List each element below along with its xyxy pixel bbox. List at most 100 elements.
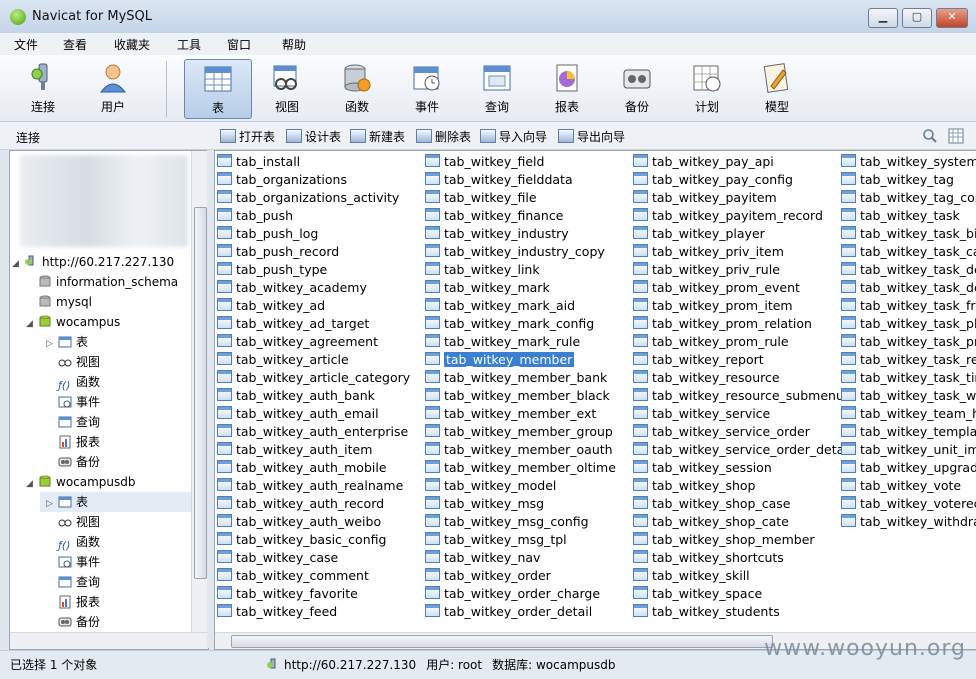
table-item[interactable]: tab_witkey_ad bbox=[217, 297, 410, 315]
tree-vertical-scrollbar[interactable] bbox=[191, 151, 208, 633]
tree-db-wocampusdb[interactable]: ◢ wocampusdb bbox=[26, 472, 136, 492]
table-item[interactable]: tab_witkey_task_bic bbox=[841, 225, 976, 243]
table-item[interactable]: tab_witkey_mark bbox=[425, 279, 616, 297]
table-item[interactable]: tab_witkey_article_category bbox=[217, 369, 410, 387]
menu-favorites[interactable]: 收藏夹 bbox=[114, 36, 150, 53]
scrollbar-thumb[interactable] bbox=[231, 635, 773, 648]
tree-item-functions[interactable]: ƒ() 函数 bbox=[58, 532, 100, 552]
table-item[interactable]: tab_witkey_task_ca bbox=[841, 243, 976, 261]
table-item[interactable]: tab_organizations_activity bbox=[217, 189, 410, 207]
table-item[interactable]: tab_witkey_article bbox=[217, 351, 410, 369]
tree-item-tables[interactable]: ▷ 表 bbox=[46, 332, 88, 352]
panel-splitter[interactable] bbox=[207, 150, 214, 648]
tree-item-reports[interactable]: 报表 bbox=[58, 592, 100, 612]
table-item[interactable]: tab_witkey_order_charge bbox=[425, 585, 616, 603]
table-item[interactable]: tab_witkey_pay_config bbox=[633, 171, 851, 189]
table-item[interactable]: tab_witkey_model bbox=[425, 477, 616, 495]
table-item[interactable]: tab_witkey_mark_aid bbox=[425, 297, 616, 315]
table-item[interactable]: tab_witkey_service_order bbox=[633, 423, 851, 441]
table-item[interactable]: tab_witkey_service_order_detail bbox=[633, 441, 851, 459]
grid-view-icon[interactable] bbox=[948, 128, 964, 144]
table-item[interactable]: tab_witkey_member_bank bbox=[425, 369, 616, 387]
table-item[interactable]: tab_witkey_prom_rule bbox=[633, 333, 851, 351]
table-item[interactable]: tab_witkey_auth_enterprise bbox=[217, 423, 410, 441]
table-item[interactable]: tab_witkey_ad_target bbox=[217, 315, 410, 333]
table-item[interactable]: tab_witkey_team_hi bbox=[841, 405, 976, 423]
table-item[interactable]: tab_witkey_payitem bbox=[633, 189, 851, 207]
menu-view[interactable]: 查看 bbox=[63, 36, 87, 53]
table-item[interactable]: tab_witkey_favorite bbox=[217, 585, 410, 603]
table-item[interactable]: tab_witkey_player bbox=[633, 225, 851, 243]
table-item[interactable]: tab_witkey_voterec bbox=[841, 495, 976, 513]
search-icon[interactable] bbox=[922, 128, 938, 144]
table-item[interactable]: tab_witkey_auth_record bbox=[217, 495, 410, 513]
table-item[interactable]: tab_witkey_link bbox=[425, 261, 616, 279]
table-item[interactable]: tab_witkey_templat bbox=[841, 423, 976, 441]
table-item[interactable]: tab_witkey_prom_item bbox=[633, 297, 851, 315]
table-item[interactable]: tab_witkey_shortcuts bbox=[633, 549, 851, 567]
table-item[interactable]: tab_witkey_resource bbox=[633, 369, 851, 387]
tree-item-events[interactable]: 事件 bbox=[58, 392, 100, 412]
tree-item-reports[interactable]: 报表 bbox=[58, 432, 100, 452]
table-item[interactable]: tab_witkey_field bbox=[425, 153, 616, 171]
table-item[interactable]: tab_witkey_task_de bbox=[841, 279, 976, 297]
table-item[interactable]: tab_witkey_member bbox=[425, 351, 616, 369]
table-item[interactable]: tab_witkey_task_de bbox=[841, 261, 976, 279]
table-item[interactable]: tab_witkey_member_oltime bbox=[425, 459, 616, 477]
table-item[interactable]: tab_witkey_academy bbox=[217, 279, 410, 297]
tree-item-events[interactable]: 事件 bbox=[58, 552, 100, 572]
toolbar-report-button[interactable]: 报表 bbox=[534, 59, 600, 117]
table-item[interactable]: tab_witkey_task bbox=[841, 207, 976, 225]
table-item[interactable]: tab_witkey_industry bbox=[425, 225, 616, 243]
design-table-button[interactable]: 设计表 bbox=[286, 128, 341, 145]
minimize-button[interactable]: ▁ bbox=[868, 8, 898, 28]
expand-arrow-icon[interactable]: ▷ bbox=[46, 334, 58, 354]
table-item[interactable]: tab_witkey_mark_rule bbox=[425, 333, 616, 351]
table-item[interactable]: tab_witkey_task_wc bbox=[841, 387, 976, 405]
close-button[interactable]: ✕ bbox=[936, 8, 968, 28]
new-table-button[interactable]: 新建表 bbox=[350, 128, 405, 145]
table-item[interactable]: tab_witkey_resource_submenu bbox=[633, 387, 851, 405]
toolbar-schedule-button[interactable]: 计划 bbox=[674, 59, 740, 117]
table-item[interactable]: tab_witkey_shop_member bbox=[633, 531, 851, 549]
toolbar-connection-button[interactable]: 连接 bbox=[10, 59, 76, 117]
toolbar-function-button[interactable]: 函数 bbox=[324, 59, 390, 117]
table-item[interactable]: tab_witkey_mark_config bbox=[425, 315, 616, 333]
table-item[interactable]: tab_witkey_member_ext bbox=[425, 405, 616, 423]
toolbar-user-button[interactable]: 用户 bbox=[80, 59, 146, 117]
table-item[interactable]: tab_witkey_order_detail bbox=[425, 603, 616, 621]
table-item[interactable]: tab_witkey_tag_cop bbox=[841, 189, 976, 207]
collapse-arrow-icon[interactable]: ◢ bbox=[26, 314, 38, 334]
table-item[interactable]: tab_push_log bbox=[217, 225, 410, 243]
table-item[interactable]: tab_install bbox=[217, 153, 410, 171]
tree-db-information-schema[interactable]: information_schema bbox=[38, 272, 178, 292]
table-item[interactable]: tab_witkey_auth_weibo bbox=[217, 513, 410, 531]
table-item[interactable]: tab_witkey_msg_tpl bbox=[425, 531, 616, 549]
table-item[interactable]: tab_witkey_vote bbox=[841, 477, 976, 495]
delete-table-button[interactable]: 删除表 bbox=[416, 128, 471, 145]
import-wizard-button[interactable]: 导入向导 bbox=[480, 128, 547, 145]
collapse-arrow-icon[interactable]: ◢ bbox=[12, 254, 24, 274]
tree-db-mysql[interactable]: mysql bbox=[38, 292, 92, 312]
table-item[interactable]: tab_witkey_task_frc bbox=[841, 297, 976, 315]
menu-help[interactable]: 帮助 bbox=[282, 36, 306, 53]
table-item[interactable]: tab_witkey_member_group bbox=[425, 423, 616, 441]
open-table-button[interactable]: 打开表 bbox=[220, 128, 275, 145]
table-item[interactable]: tab_witkey_order bbox=[425, 567, 616, 585]
expand-arrow-icon[interactable]: ▷ bbox=[46, 494, 58, 514]
table-item[interactable]: tab_witkey_skill bbox=[633, 567, 851, 585]
tree-item-queries[interactable]: 查询 bbox=[58, 572, 100, 592]
toolbar-view-button[interactable]: 视图 bbox=[254, 59, 320, 117]
table-item[interactable]: tab_witkey_task_pla bbox=[841, 315, 976, 333]
table-item[interactable]: tab_witkey_auth_mobile bbox=[217, 459, 410, 477]
table-item[interactable]: tab_witkey_payitem_record bbox=[633, 207, 851, 225]
table-item[interactable]: tab_witkey_auth_bank bbox=[217, 387, 410, 405]
table-item[interactable]: tab_witkey_member_oauth bbox=[425, 441, 616, 459]
toolbar-table-button[interactable]: 表 bbox=[184, 59, 252, 119]
table-item[interactable]: tab_witkey_withdra bbox=[841, 513, 976, 531]
table-item[interactable]: tab_witkey_comment bbox=[217, 567, 410, 585]
toolbar-backup-button[interactable]: 备份 bbox=[604, 59, 670, 117]
scrollbar-thumb[interactable] bbox=[194, 207, 207, 579]
table-item[interactable]: tab_witkey_file bbox=[425, 189, 616, 207]
toolbar-event-button[interactable]: 事件 bbox=[394, 59, 460, 117]
